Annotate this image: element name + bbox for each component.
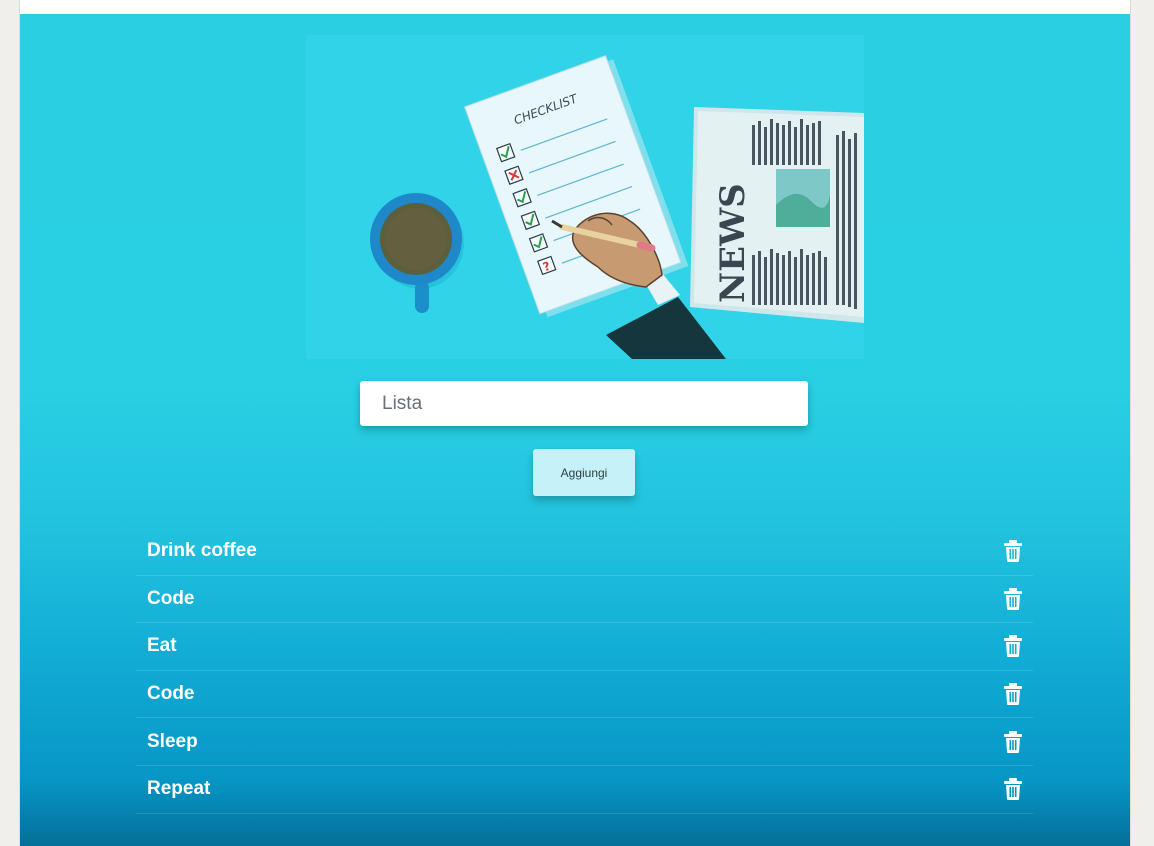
task-item: Sleep <box>136 718 1033 766</box>
trash-icon[interactable] <box>1003 540 1023 563</box>
checklist-illustration: CHECKLIST ? NEWS <box>306 35 864 359</box>
trash-icon[interactable] <box>1003 587 1023 610</box>
task-input[interactable] <box>360 381 808 426</box>
trash-icon[interactable] <box>1003 730 1023 753</box>
app-frame: CHECKLIST ? NEWS Lista Aggiungi Drink co… <box>19 0 1131 846</box>
task-label: Code <box>147 587 195 609</box>
task-label: Code <box>147 683 195 705</box>
newspaper-title: NEWS <box>713 183 753 303</box>
task-label: Sleep <box>147 730 198 752</box>
newspaper: NEWS <box>690 107 864 323</box>
task-item: Drink coffee <box>136 528 1033 576</box>
trash-icon[interactable] <box>1003 635 1023 658</box>
task-label: Drink coffee <box>147 540 257 562</box>
illustration-svg: CHECKLIST ? NEWS <box>306 35 864 359</box>
task-list: Drink coffee Code Eat Code Sleep Repeat <box>136 528 1033 814</box>
task-item: Repeat <box>136 766 1033 814</box>
task-item: Eat <box>136 623 1033 671</box>
task-item: Code <box>136 576 1033 624</box>
add-button[interactable]: Aggiungi <box>533 449 635 496</box>
trash-icon[interactable] <box>1003 683 1023 706</box>
trash-icon[interactable] <box>1003 778 1023 801</box>
task-item: Code <box>136 671 1033 719</box>
todo-card: CHECKLIST ? NEWS Lista Aggiungi Drink co… <box>20 14 1130 846</box>
task-label: Repeat <box>147 778 211 800</box>
task-label: Eat <box>147 635 177 657</box>
